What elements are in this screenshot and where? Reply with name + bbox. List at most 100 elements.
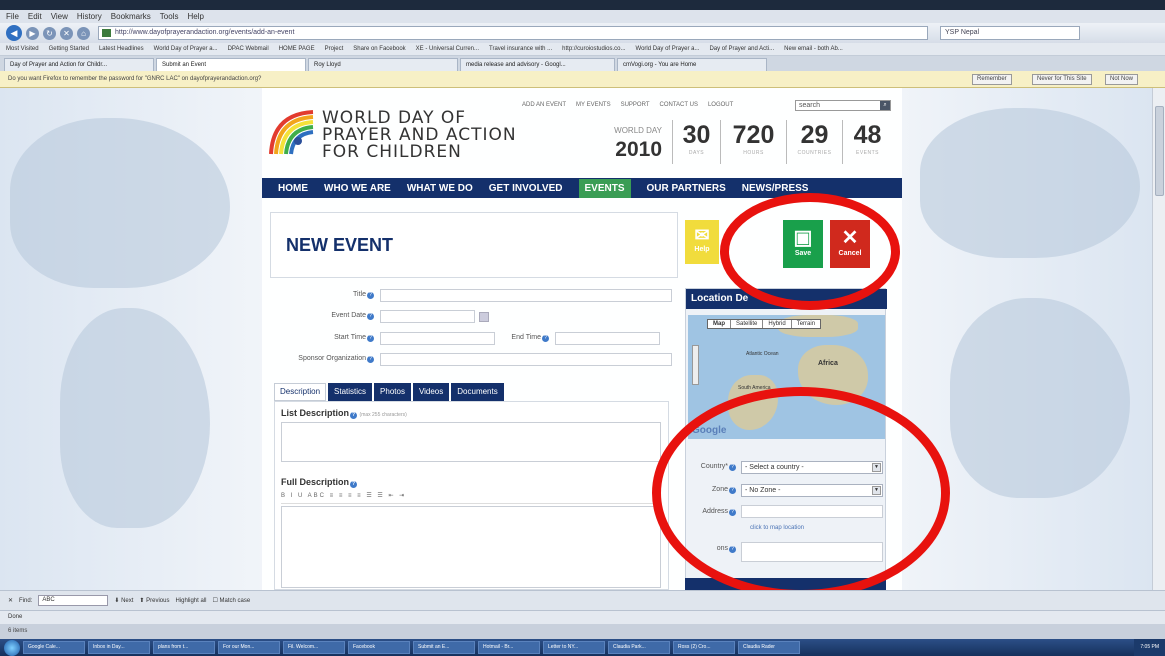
nav-events[interactable]: EVENTS (578, 178, 631, 198)
bookmark-item[interactable]: Share on Facebook (353, 46, 405, 52)
rich-text-toolbar[interactable]: B I U ABC ≡ ≡ ≡ ≡ ☰ ☰ ⇤ ⇥ (281, 492, 661, 504)
save-button[interactable]: ▣ Save (783, 220, 823, 268)
calendar-icon[interactable] (479, 312, 489, 322)
nav-home[interactable]: HOME (278, 183, 308, 194)
taskbar-item[interactable]: plans from t... (153, 641, 215, 654)
my-events-link[interactable]: MY EVENTS (576, 102, 611, 108)
full-description-editor[interactable] (281, 506, 661, 588)
menu-history[interactable]: History (77, 12, 102, 21)
taskbar-item[interactable]: Facebook (348, 641, 410, 654)
map-zoom-control[interactable] (692, 345, 699, 385)
find-previous-button[interactable]: ⬆ Previous (139, 597, 169, 604)
browser-tab[interactable]: cmVogi.org - You are Home (617, 58, 767, 71)
nav-who-we-are[interactable]: WHO WE ARE (324, 183, 391, 194)
bookmark-item[interactable]: http://curoiostudios.co... (562, 46, 625, 52)
bookmark-item[interactable]: Day of Prayer and Acti... (709, 46, 774, 52)
forward-icon[interactable]: ▶ (26, 26, 39, 40)
help-question-icon[interactable]: ? (729, 546, 736, 553)
taskbar-item[interactable]: Inbox in Day... (88, 641, 150, 654)
taskbar-item[interactable]: Claudia Rader (738, 641, 800, 654)
help-question-icon[interactable]: ? (350, 481, 358, 488)
map-type-satellite[interactable]: Satellite (731, 320, 764, 328)
help-button[interactable]: ✉ Help (685, 220, 719, 264)
taskbar-item[interactable]: For our Mon... (218, 641, 280, 654)
taskbar-item[interactable]: Submit an E... (413, 641, 475, 654)
scrollbar-thumb[interactable] (1155, 106, 1164, 196)
add-event-link[interactable]: ADD AN EVENT (522, 102, 566, 108)
help-question-icon[interactable]: ? (729, 509, 736, 516)
nav-get-involved[interactable]: GET INVOLVED (489, 183, 563, 194)
page-scrollbar[interactable] (1152, 88, 1165, 590)
bookmark-item[interactable]: XE - Universal Curren... (416, 46, 479, 52)
bookmark-item[interactable]: Most Visited (6, 46, 39, 52)
list-description-textarea[interactable] (281, 422, 661, 462)
match-case-checkbox[interactable]: ☐ Match case (213, 597, 251, 604)
sponsor-input[interactable] (380, 353, 672, 366)
find-next-button[interactable]: ⬇ Next (114, 597, 133, 604)
highlight-all-button[interactable]: Highlight all (175, 598, 206, 604)
map-type-map[interactable]: Map (708, 320, 731, 328)
taskbar-item[interactable]: Google Cale... (23, 641, 85, 654)
reload-icon[interactable]: ↻ (43, 26, 56, 40)
logout-link[interactable]: LOGOUT (708, 102, 733, 108)
taskbar-item[interactable]: Letter to NY... (543, 641, 605, 654)
title-input[interactable] (380, 289, 672, 302)
bookmark-item[interactable]: HOME PAGE (279, 46, 315, 52)
browser-search-box[interactable]: YSP Nepal (940, 26, 1080, 40)
menu-tools[interactable]: Tools (160, 12, 179, 21)
menu-view[interactable]: View (51, 12, 68, 21)
help-question-icon[interactable]: ? (542, 335, 549, 342)
bookmark-item[interactable]: World Day of Prayer a... (154, 46, 218, 52)
nav-what-we-do[interactable]: WHAT WE DO (407, 183, 473, 194)
country-select[interactable]: - Select a country - ▼ (741, 461, 883, 474)
bookmark-item[interactable]: Getting Started (49, 46, 89, 52)
bookmark-item[interactable]: World Day of Prayer a... (636, 46, 700, 52)
bookmark-item[interactable]: Latest Headlines (99, 46, 144, 52)
help-question-icon[interactable]: ? (350, 412, 358, 419)
search-icon[interactable]: ⌕ (880, 101, 890, 110)
taskbar-item[interactable]: Fil. Welcom... (283, 641, 345, 654)
menu-bookmarks[interactable]: Bookmarks (111, 12, 151, 21)
tab-documents[interactable]: Documents (451, 383, 504, 401)
not-now-button[interactable]: Not Now (1105, 74, 1139, 85)
browser-tab[interactable]: Day of Prayer and Action for Childr... (4, 58, 154, 71)
contact-us-link[interactable]: CONTACT US (660, 102, 698, 108)
system-tray-clock[interactable]: 7:05 PM (1134, 639, 1165, 656)
support-link[interactable]: SUPPORT (621, 102, 650, 108)
nav-our-partners[interactable]: OUR PARTNERS (647, 183, 726, 194)
bookmark-item[interactable]: New email - both Ab... (784, 46, 843, 52)
find-input[interactable]: ABC (38, 595, 109, 606)
taskbar-item[interactable]: Claudia Park... (608, 641, 670, 654)
map-type-terrain[interactable]: Terrain (792, 320, 820, 328)
browser-tab[interactable]: Roy Lloyd (308, 58, 458, 71)
never-for-site-button[interactable]: Never for This Site (1032, 74, 1092, 85)
site-search-input[interactable]: search ⌕ (795, 100, 891, 111)
help-question-icon[interactable]: ? (367, 292, 374, 299)
site-logo-text[interactable]: WORLD DAY OF PRAYER AND ACTION FOR CHILD… (322, 110, 517, 161)
map-type-hybrid[interactable]: Hybrid (763, 320, 792, 328)
address-input[interactable] (741, 505, 883, 518)
zone-select[interactable]: - No Zone - ▼ (741, 484, 883, 497)
menu-help[interactable]: Help (187, 12, 203, 21)
taskbar-item[interactable]: Hotmail - Br... (478, 641, 540, 654)
start-time-input[interactable] (380, 332, 495, 345)
tab-videos[interactable]: Videos (412, 383, 450, 401)
help-question-icon[interactable]: ? (367, 335, 374, 342)
url-bar[interactable]: http://www.dayofprayerandaction.org/even… (98, 26, 928, 40)
location-map[interactable]: Map Satellite Hybrid Terrain Atlantic Oc… (688, 315, 885, 439)
bookmark-item[interactable]: Travel insurance with ... (489, 46, 552, 52)
back-icon[interactable]: ◀ (6, 25, 22, 41)
menu-file[interactable]: File (6, 12, 19, 21)
tab-photos[interactable]: Photos (374, 383, 411, 401)
help-question-icon[interactable]: ? (367, 356, 374, 363)
tab-statistics[interactable]: Statistics (328, 383, 373, 401)
remember-password-button[interactable]: Remember (972, 74, 1012, 85)
bookmark-item[interactable]: DPAC Webmail (228, 46, 269, 52)
home-icon[interactable]: ⌂ (77, 26, 90, 40)
help-question-icon[interactable]: ? (729, 464, 736, 471)
event-date-input[interactable] (380, 310, 475, 323)
browser-tab[interactable]: media release and advisory - Googl... (460, 58, 615, 71)
stop-icon[interactable]: ✕ (60, 26, 73, 40)
browser-tab-active[interactable]: Submit an Event (156, 58, 306, 71)
close-find-icon[interactable]: ✕ (8, 597, 13, 604)
